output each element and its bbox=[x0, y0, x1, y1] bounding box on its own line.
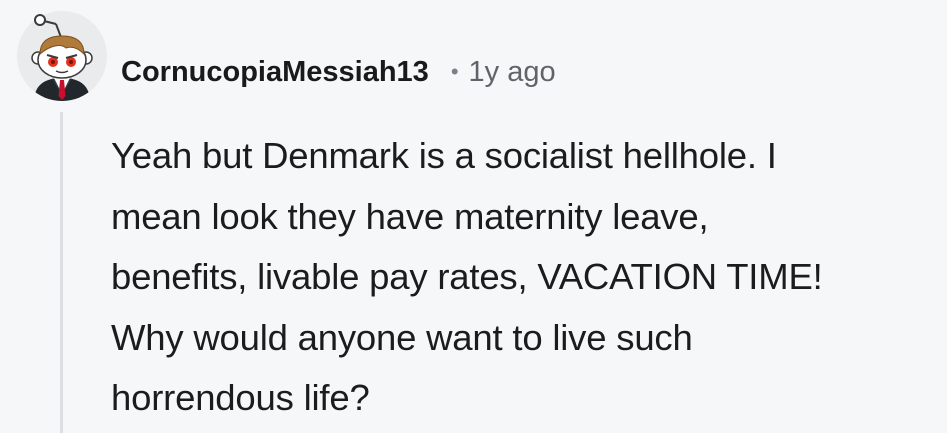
snoo-businessman-avatar-icon bbox=[17, 11, 107, 101]
comment-meta: CornucopiaMessiah13 • 1y ago bbox=[121, 51, 556, 93]
comment-body-line: Why would anyone want to live such bbox=[111, 316, 693, 358]
comment-body-line: benefits, livable pay rates, VACATION TI… bbox=[111, 256, 823, 297]
comment-body-line: mean look they have maternity leave, bbox=[111, 195, 709, 237]
comment-body: Yeah but Denmark is a socialist hellhole… bbox=[111, 126, 931, 429]
comment-body-line: Yeah but Denmark is a socialist hellhole… bbox=[111, 135, 777, 176]
meta-separator: • bbox=[450, 59, 459, 84]
thread-collapse-line[interactable] bbox=[60, 112, 63, 433]
username-link[interactable]: CornucopiaMessiah13 bbox=[121, 56, 429, 89]
comment: CornucopiaMessiah13 • 1y ago Yeah but De… bbox=[0, 0, 947, 433]
comment-timestamp[interactable]: 1y ago bbox=[469, 56, 556, 89]
comment-body-line: horrendous life? bbox=[111, 377, 370, 418]
user-avatar[interactable] bbox=[16, 10, 108, 102]
